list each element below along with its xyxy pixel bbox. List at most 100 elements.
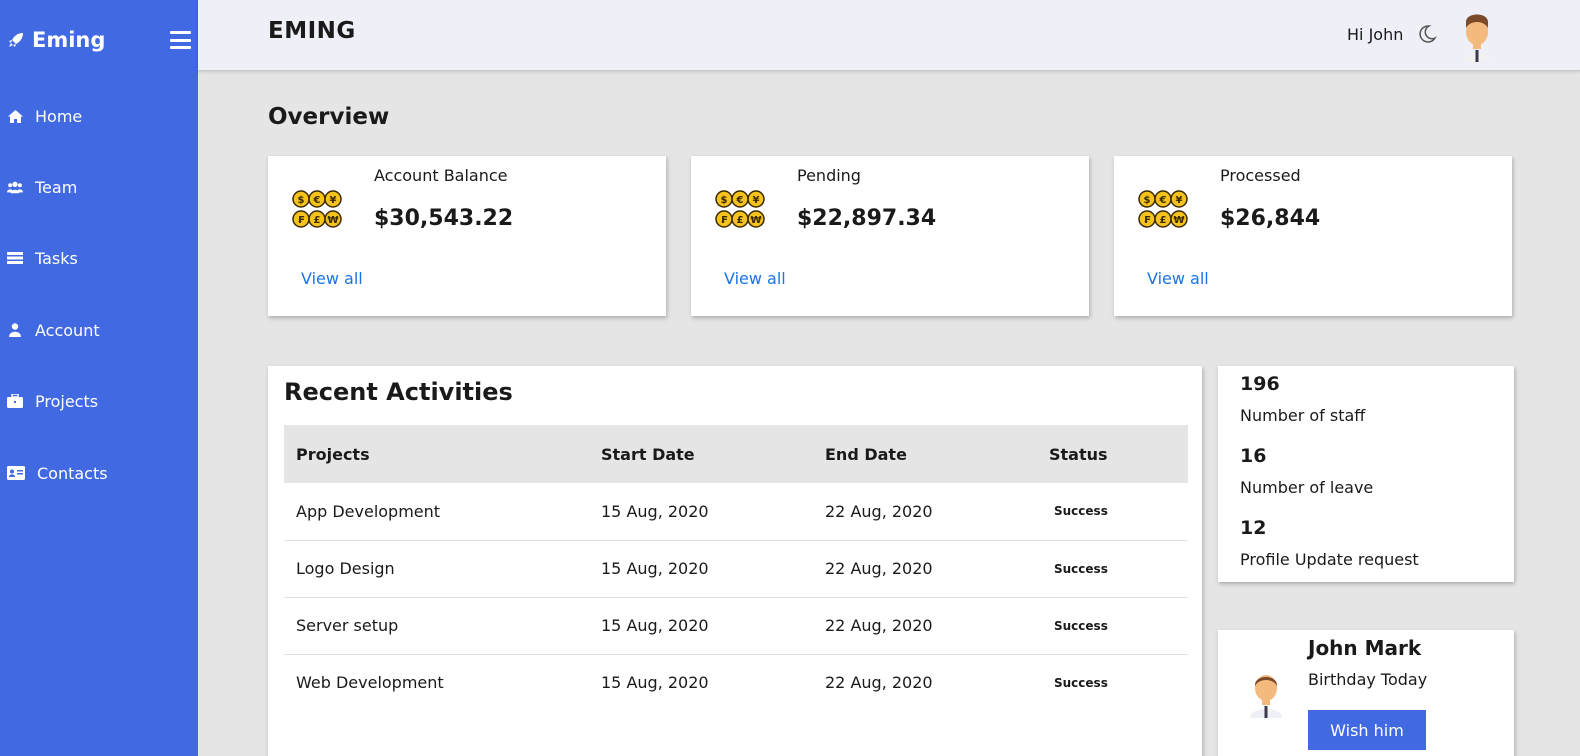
menu-toggle-icon[interactable] <box>170 31 191 49</box>
column-header: End Date <box>813 425 1037 483</box>
svg-text:$: $ <box>298 195 305 206</box>
svg-text:₣: ₣ <box>1144 215 1151 226</box>
dark-mode-moon-icon[interactable] <box>1417 24 1437 44</box>
svg-text:€: € <box>736 195 744 206</box>
coins-icon: $ € ¥ ₣ £ ₩ <box>292 190 342 228</box>
user-avatar[interactable] <box>1460 10 1494 62</box>
svg-text:£: £ <box>737 215 744 226</box>
app-title: EMING <box>268 18 356 44</box>
coins-icon: $ € ¥ ₣ £ ₩ <box>715 190 765 228</box>
card-value: $26,844 <box>1220 206 1321 231</box>
sidebar-item-contacts[interactable]: Contacts <box>0 453 198 493</box>
card-value: $22,897.34 <box>797 206 937 231</box>
briefcase-icon <box>7 393 23 409</box>
birthday-subtitle: Birthday Today <box>1308 670 1428 689</box>
column-header: Status <box>1037 425 1188 483</box>
staff-count: 196 <box>1240 373 1280 395</box>
svg-text:£: £ <box>314 215 321 226</box>
card-label: Account Balance <box>374 166 508 185</box>
svg-text:₩: ₩ <box>750 215 761 226</box>
status-badge: Success <box>1054 675 1108 690</box>
leave-count-label: Number of leave <box>1240 478 1374 497</box>
wish-him-button[interactable]: Wish him <box>1308 710 1426 750</box>
card-value: $30,543.22 <box>374 206 514 231</box>
svg-text:¥: ¥ <box>753 195 760 206</box>
sidebar-item-label: Team <box>35 177 78 197</box>
sidebar-item-account[interactable]: Account <box>0 310 198 350</box>
status-badge: Success <box>1037 540 1188 598</box>
svg-text:₣: ₣ <box>721 215 728 226</box>
view-all-link[interactable]: View all <box>724 269 786 288</box>
svg-text:$: $ <box>1144 195 1151 206</box>
column-header: Start Date <box>589 425 813 483</box>
svg-text:₩: ₩ <box>1173 215 1184 226</box>
sidebar-item-home[interactable]: Home <box>0 96 198 136</box>
recent-activities-title: Recent Activities <box>284 378 513 406</box>
view-all-link[interactable]: View all <box>301 269 363 288</box>
birthday-name: John Mark <box>1308 636 1422 660</box>
sidebar-item-label: Tasks <box>35 248 78 268</box>
overview-card-pending: $ € ¥ ₣ £ ₩ Pending $22,897.34 View all <box>691 156 1089 316</box>
sidebar-item-tasks[interactable]: Tasks <box>0 238 198 278</box>
profile-update-label: Profile Update request <box>1240 550 1419 569</box>
rocket-icon <box>9 33 23 47</box>
end-date-cell: 22 Aug, 2020 <box>813 597 1037 655</box>
staff-count-label: Number of staff <box>1240 406 1366 425</box>
sidebar-item-label: Home <box>35 106 83 126</box>
overview-title: Overview <box>268 104 390 130</box>
table-row[interactable]: Server setup 15 Aug, 2020 22 Aug, 2020 S… <box>284 597 1188 655</box>
user-greeting: Hi John <box>1347 25 1404 44</box>
brand[interactable]: Eming <box>8 28 105 52</box>
svg-text:£: £ <box>1160 215 1167 226</box>
overview-card-account-balance: $ € ¥ ₣ £ ₩ Account Balance $30,543.22 View … <box>268 156 666 316</box>
sidebar-item-team[interactable]: Team <box>0 167 198 207</box>
contact-card-icon <box>7 465 25 481</box>
sidebar-item-label: Projects <box>35 391 99 411</box>
svg-text:₣: ₣ <box>298 215 305 226</box>
overview-card-processed: $ € ¥ ₣ £ ₩ Processed $26,844 View all <box>1114 156 1512 316</box>
project-cell: Logo Design <box>284 540 589 598</box>
user-icon <box>7 322 23 338</box>
svg-text:¥: ¥ <box>330 195 337 206</box>
birthday-card: John Mark Birthday Today Wish him <box>1218 630 1514 756</box>
end-date-cell: 22 Aug, 2020 <box>813 540 1037 598</box>
table-row[interactable]: Web Development 15 Aug, 2020 22 Aug, 202… <box>284 654 1188 711</box>
start-date-cell: 15 Aug, 2020 <box>589 540 813 598</box>
card-label: Pending <box>797 166 861 185</box>
sidebar-item-projects[interactable]: Projects <box>0 381 198 421</box>
status-badge: Success <box>1037 483 1188 541</box>
coins-icon: $ € ¥ ₣ £ ₩ <box>1138 190 1188 228</box>
svg-text:€: € <box>1159 195 1167 206</box>
end-date-cell: 22 Aug, 2020 <box>813 483 1037 541</box>
table-row[interactable]: Logo Design 15 Aug, 2020 22 Aug, 2020 Su… <box>284 540 1188 598</box>
start-date-cell: 15 Aug, 2020 <box>589 483 813 541</box>
home-icon <box>7 108 23 124</box>
project-cell: Web Development <box>296 673 444 693</box>
column-header: Projects <box>284 425 589 483</box>
view-all-link[interactable]: View all <box>1147 269 1209 288</box>
svg-text:₩: ₩ <box>327 215 338 226</box>
sidebar-item-label: Account <box>35 320 100 340</box>
svg-text:¥: ¥ <box>1176 195 1183 206</box>
recent-activities-panel: Recent Activities Projects Start Date En… <box>268 366 1202 756</box>
birthday-avatar <box>1250 675 1282 718</box>
users-icon <box>7 179 23 195</box>
svg-text:$: $ <box>721 195 728 206</box>
sidebar-item-label: Contacts <box>37 463 108 483</box>
project-cell: App Development <box>284 483 589 541</box>
brand-name: Eming <box>32 28 106 52</box>
start-date-cell: 15 Aug, 2020 <box>601 673 709 693</box>
activities-table: Projects Start Date End Date Status App … <box>284 425 1188 711</box>
table-row[interactable]: App Development 15 Aug, 2020 22 Aug, 202… <box>284 483 1188 541</box>
top-header: EMING Hi John <box>198 0 1580 71</box>
profile-update-count: 12 <box>1240 517 1267 539</box>
start-date-cell: 15 Aug, 2020 <box>589 597 813 655</box>
end-date-cell: 22 Aug, 2020 <box>825 673 933 693</box>
card-label: Processed <box>1220 166 1301 185</box>
project-cell: Server setup <box>284 597 589 655</box>
leave-count: 16 <box>1240 445 1267 467</box>
tasks-icon <box>7 250 23 266</box>
stats-panel: 196 Number of staff 16 Number of leave 1… <box>1218 366 1514 582</box>
sidebar: Eming Home Team Tasks Account Projects C… <box>0 0 198 756</box>
table-header-row: Projects Start Date End Date Status <box>284 425 1188 483</box>
